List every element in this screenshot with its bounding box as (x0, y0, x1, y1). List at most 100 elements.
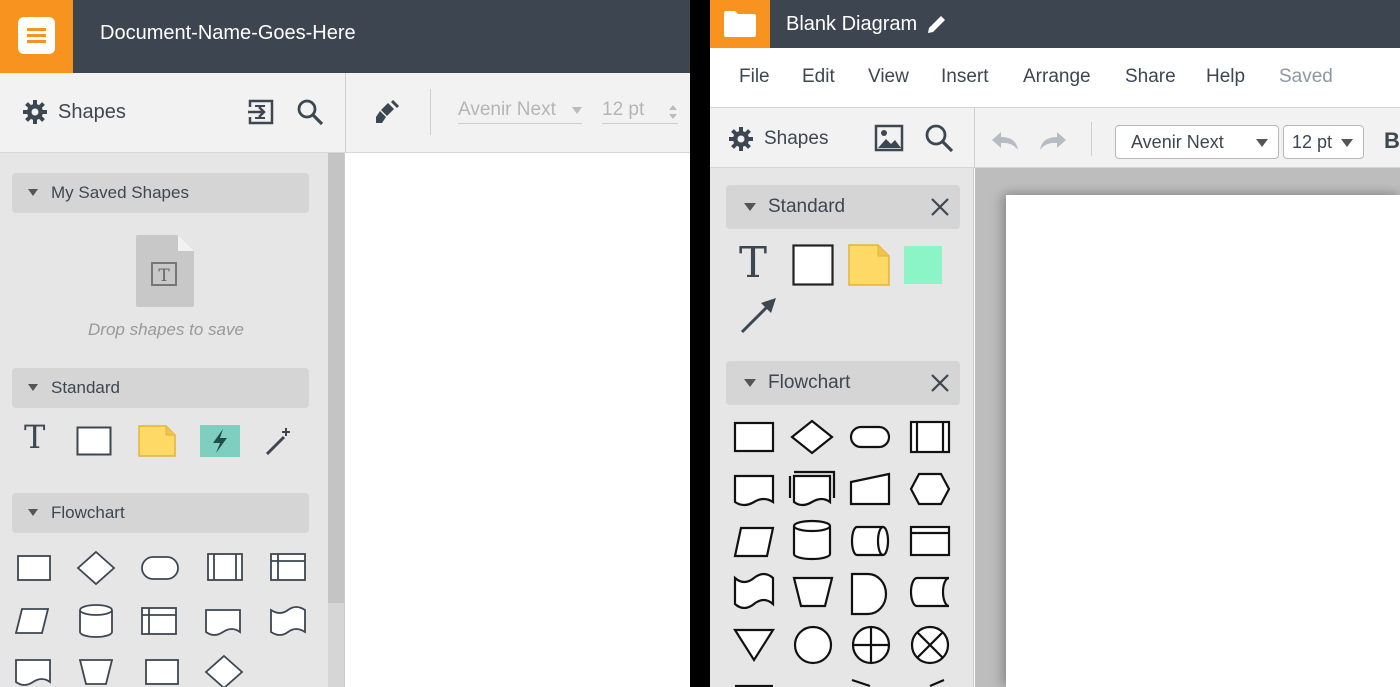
document-shape (205, 609, 241, 636)
chevron-down-icon (1256, 139, 1268, 147)
manual-operation-shape (78, 659, 114, 685)
shapes-sidebar: My Saved Shapes T Drop shapes to save St… (0, 153, 345, 687)
shapes-panel-header[interactable]: Shapes (22, 99, 126, 125)
manual-operation-shape (792, 576, 834, 608)
rectangle-shape[interactable] (76, 426, 112, 456)
internal-storage-shape (270, 553, 306, 581)
font-family-select[interactable]: Avenir Next (1115, 125, 1279, 159)
gear-icon (23, 100, 47, 124)
preparation-shape (909, 472, 951, 506)
section-header-flowchart[interactable]: Flowchart (726, 361, 960, 405)
svg-text:T: T (158, 266, 170, 286)
database-shape (792, 519, 832, 561)
text-shape[interactable]: T (739, 242, 767, 284)
section-header-flowchart[interactable]: Flowchart (12, 493, 309, 533)
toolbar-divider (345, 73, 346, 153)
folder-icon (724, 11, 756, 37)
font-size-select[interactable]: 12 pt (602, 99, 678, 124)
shapes-label: Shapes (58, 100, 126, 123)
section-header-standard[interactable]: Standard (726, 185, 960, 229)
close-icon[interactable] (928, 195, 952, 219)
gear-icon (729, 127, 753, 151)
redo-icon[interactable] (1038, 130, 1068, 152)
font-size-select[interactable]: 12 pt (1283, 125, 1364, 159)
stepper-icon[interactable] (668, 103, 678, 121)
menu-item-file[interactable]: File (739, 66, 770, 88)
terminator-shape (849, 425, 891, 449)
toolbar-divider (1091, 122, 1092, 156)
menu-item-arrange[interactable]: Arrange (1023, 66, 1091, 88)
document-logo-button[interactable] (0, 0, 73, 73)
shapes-panel-header[interactable]: Shapes (728, 126, 828, 152)
magic-wand-icon[interactable] (264, 425, 294, 457)
font-family-value: Avenir Next (458, 99, 556, 120)
sticky-note-shape[interactable] (138, 425, 176, 457)
close-icon[interactable] (928, 371, 952, 395)
section-header-saved-shapes[interactable]: My Saved Shapes (12, 173, 309, 213)
rectangle-shape[interactable] (792, 244, 834, 286)
toolbar-divider (974, 108, 975, 168)
document-shape-2 (15, 659, 51, 686)
multi-document-shape (792, 474, 832, 507)
text-shape[interactable]: T (24, 421, 45, 453)
sidebar-scrollbar[interactable] (328, 153, 344, 687)
document-shape (733, 474, 775, 507)
decision-shape-2 (204, 654, 244, 687)
chevron-down-icon (572, 107, 582, 114)
chevron-down-icon (28, 189, 38, 196)
image-icon[interactable] (874, 124, 904, 152)
saved-shape-placeholder-icon: T (136, 235, 194, 307)
drawing-canvas[interactable] (346, 153, 690, 687)
diagram-page[interactable] (1006, 195, 1400, 687)
menu-item-insert[interactable]: Insert (941, 66, 989, 88)
section-label: My Saved Shapes (51, 183, 189, 202)
edit-pencil-icon[interactable] (926, 13, 948, 35)
menu-item-edit[interactable]: Edit (802, 66, 835, 88)
left-app-window: Document-Name-Goes-Here Shapes Avenir Ne… (0, 0, 690, 687)
shapes-label: Shapes (764, 128, 829, 149)
font-family-value: Avenir Next (1131, 132, 1224, 152)
font-family-select[interactable]: Avenir Next (458, 99, 582, 124)
chevron-down-icon (28, 509, 38, 516)
document-icon (18, 17, 55, 54)
section-header-standard[interactable]: Standard (12, 368, 309, 408)
folder-button[interactable] (710, 0, 770, 48)
toolbar: Shapes Avenir Next 12 pt B (710, 108, 1400, 168)
sticky-note-shape[interactable] (848, 244, 890, 286)
section-label: Flowchart (768, 372, 851, 393)
data-shape (733, 526, 775, 558)
app-header: Blank Diagram (710, 0, 1400, 48)
document-title[interactable]: Document-Name-Goes-Here (100, 22, 356, 45)
menu-bar: File Edit View Insert Arrange Share Help… (710, 48, 1400, 108)
arrow-line-shape[interactable] (739, 295, 779, 335)
app-header: Document-Name-Goes-Here (0, 0, 690, 73)
chevron-down-icon (744, 203, 756, 211)
menu-item-view[interactable]: View (868, 66, 909, 88)
bold-button[interactable]: B (1384, 128, 1400, 154)
process-shape (733, 421, 775, 453)
font-size-value: 12 pt (1292, 132, 1333, 152)
toolbar: Shapes Avenir Next 12 pt (0, 73, 690, 153)
process-shape-2 (145, 659, 179, 685)
menu-item-help[interactable]: Help (1206, 66, 1245, 88)
decision-shape (76, 550, 116, 586)
search-icon[interactable] (924, 123, 954, 153)
undo-icon[interactable] (990, 130, 1020, 152)
manual-input-shape (849, 472, 891, 506)
chevron-down-icon (744, 379, 756, 387)
terminator-shape (141, 556, 179, 580)
scrollbar-thumb[interactable] (328, 603, 344, 687)
search-icon[interactable] (296, 98, 324, 126)
format-painter-icon[interactable] (374, 99, 402, 127)
diagram-title[interactable]: Blank Diagram (786, 13, 917, 36)
flowchart-shapes-grid (733, 419, 951, 687)
colored-block-shape[interactable] (904, 246, 942, 284)
toolbar-divider (430, 89, 431, 135)
delay-shape (850, 572, 888, 616)
data-shape (14, 608, 50, 634)
action-shape[interactable] (200, 425, 240, 457)
internal-storage-shape-2 (141, 607, 177, 635)
section-label: Flowchart (51, 503, 125, 522)
menu-item-share[interactable]: Share (1125, 66, 1176, 88)
import-icon[interactable] (247, 98, 275, 126)
